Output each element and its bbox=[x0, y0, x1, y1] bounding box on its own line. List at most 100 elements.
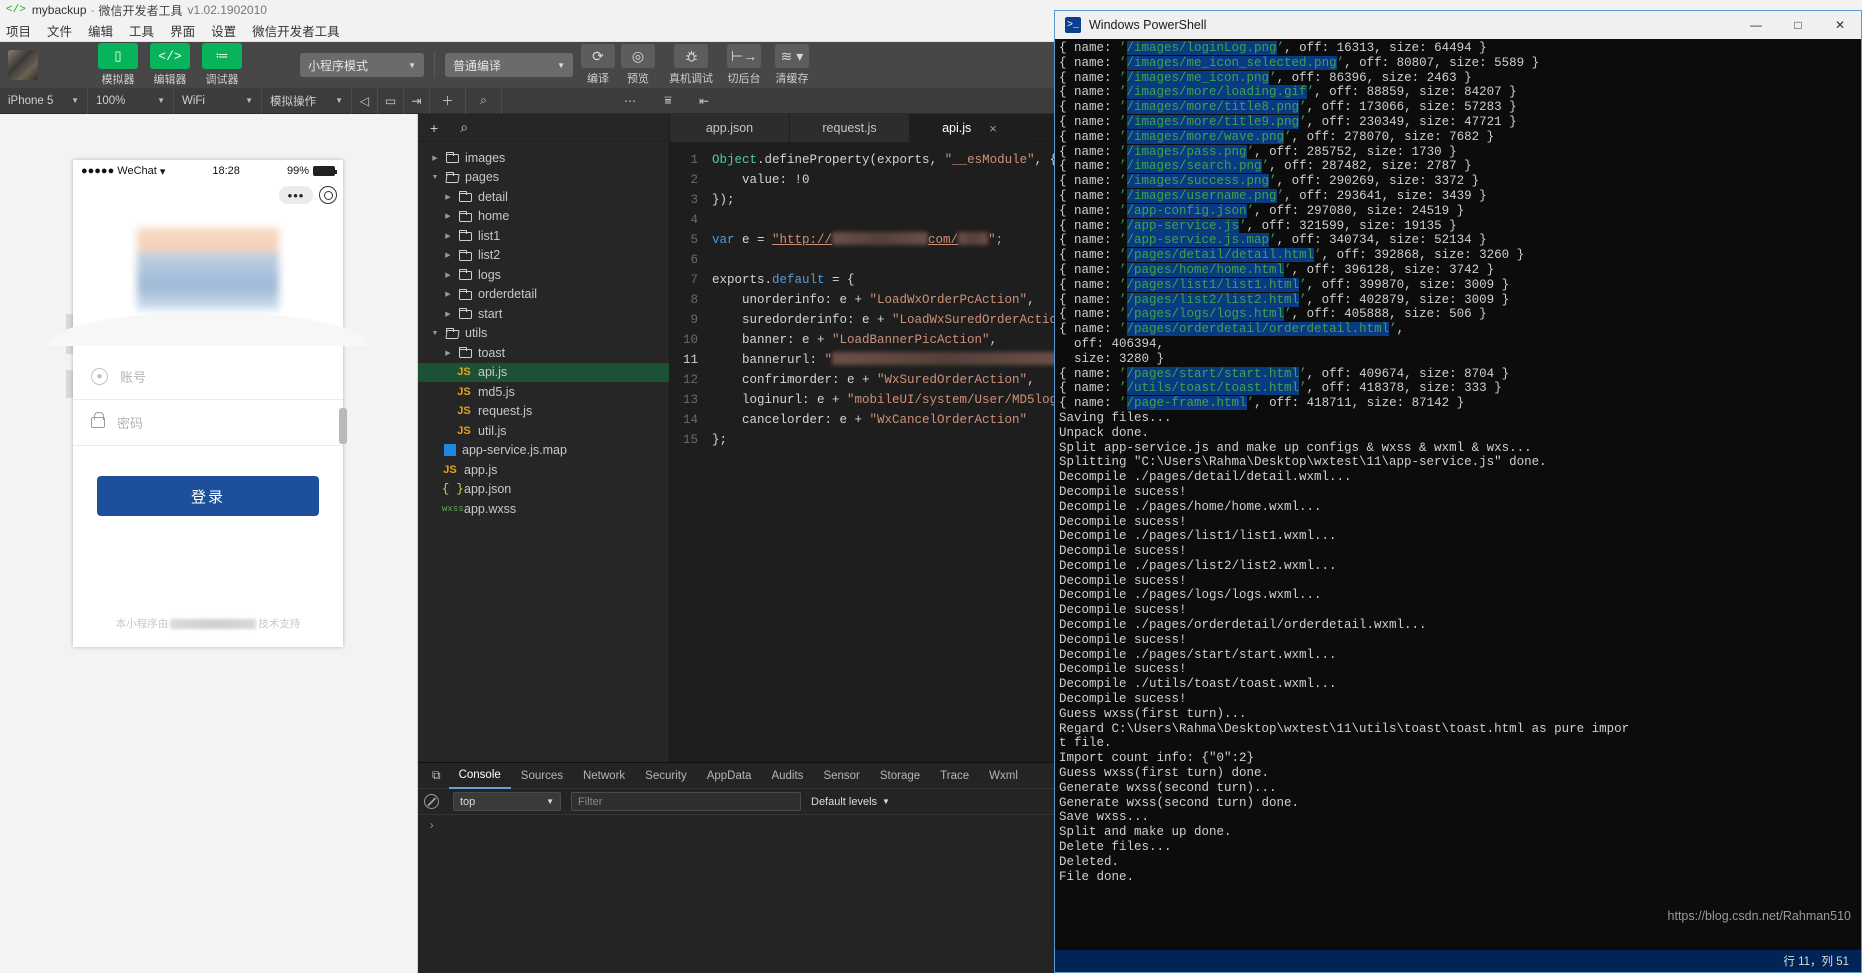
outline-icon[interactable]: ⩸ bbox=[650, 88, 686, 114]
tree-item-util-js[interactable]: JS util.js bbox=[418, 421, 669, 441]
tab-app-json[interactable]: app.json bbox=[670, 114, 790, 142]
scale-select[interactable]: 100% ▼ bbox=[88, 87, 174, 114]
tree-item-images[interactable]: ▶ images bbox=[418, 148, 669, 168]
menu-item-ui[interactable]: 界面 bbox=[170, 21, 195, 40]
console-log-line: Save wxss... bbox=[1059, 810, 1150, 825]
rotate-icon[interactable]: ▭ bbox=[378, 87, 404, 114]
add-file-icon[interactable]: + bbox=[430, 120, 438, 136]
app-name: 微信开发者工具 bbox=[98, 3, 183, 18]
tree-item-utils[interactable]: ▼ utils bbox=[418, 324, 669, 344]
tab-appdata[interactable]: AppData bbox=[697, 763, 762, 789]
tree-item-home[interactable]: ▶ home bbox=[418, 207, 669, 227]
toggle-simulator-button[interactable]: ▯ 模拟器 bbox=[96, 43, 140, 87]
tree-item-label: api.js bbox=[478, 365, 508, 380]
tab-request-js[interactable]: request.js bbox=[790, 114, 910, 142]
console-entry-line: { name: ’/images/more/wave.png’, off: 27… bbox=[1059, 129, 1495, 144]
chevron-down-icon: ▼ bbox=[71, 96, 79, 105]
menu-item-tools[interactable]: 工具 bbox=[129, 21, 154, 40]
network-select[interactable]: WiFi ▼ bbox=[174, 87, 262, 114]
tree-item-app-js[interactable]: JS app.js bbox=[418, 460, 669, 480]
preview-button[interactable]: ◎ 预览 bbox=[621, 44, 655, 86]
tree-item-app-json[interactable]: { } app.json bbox=[418, 480, 669, 500]
project-mode-select[interactable]: 小程序模式 ▼ bbox=[300, 53, 424, 77]
tree-item-app-service-map[interactable]: app-service.js.map bbox=[418, 441, 669, 461]
tree-item-request-js[interactable]: JS request.js bbox=[418, 402, 669, 422]
tab-network[interactable]: Network bbox=[573, 763, 635, 789]
tree-item-detail[interactable]: ▶ detail bbox=[418, 187, 669, 207]
clear-console-icon[interactable] bbox=[424, 794, 439, 809]
tab-security[interactable]: Security bbox=[635, 763, 697, 789]
remote-debug-button[interactable]: 真机调试 bbox=[669, 44, 713, 86]
tree-item-logs[interactable]: ▶ logs bbox=[418, 265, 669, 285]
tab-audits[interactable]: Audits bbox=[761, 763, 813, 789]
menu-item-file[interactable]: 文件 bbox=[47, 21, 72, 40]
tree-item-api-js[interactable]: JS api.js bbox=[418, 362, 669, 382]
context-value: top bbox=[460, 795, 476, 808]
background-button[interactable]: ⊢→ 切后台 bbox=[727, 44, 761, 86]
console-log-line: Decompile ./pages/start/start.wxml... bbox=[1059, 647, 1337, 662]
toggle-debugger-button[interactable]: ≔ 调试器 bbox=[200, 43, 244, 87]
clear-cache-button[interactable]: ≋ ▾ 清缓存 bbox=[775, 44, 809, 86]
toggle-editor-button[interactable]: </> 编辑器 bbox=[148, 43, 192, 87]
tab-sources[interactable]: Sources bbox=[511, 763, 573, 789]
compile-mode-select[interactable]: 普通编译 ▼ bbox=[445, 53, 573, 77]
simulate-select[interactable]: 模拟操作 ▼ bbox=[262, 87, 352, 114]
dock-icon[interactable]: ⧉ bbox=[424, 768, 449, 783]
close-icon[interactable]: × bbox=[989, 121, 997, 136]
tab-wxml[interactable]: Wxml bbox=[979, 763, 1028, 789]
tree-item-start[interactable]: ▶ start bbox=[418, 304, 669, 324]
tab-trace[interactable]: Trace bbox=[930, 763, 979, 789]
powershell-title-bar[interactable]: >_ Windows PowerShell — □ ✕ bbox=[1055, 11, 1861, 39]
tree-item-orderdetail[interactable]: ▶ orderdetail bbox=[418, 285, 669, 305]
tree-item-pages[interactable]: ▼ pages bbox=[418, 168, 669, 188]
password-field[interactable]: 密码 bbox=[73, 400, 343, 446]
powershell-window: >_ Windows PowerShell — □ ✕ { name: ’/im… bbox=[1054, 10, 1862, 973]
context-select[interactable]: top ▼ bbox=[453, 792, 561, 811]
tree-item-toast[interactable]: ▶ toast bbox=[418, 343, 669, 363]
pane-resize-handle[interactable] bbox=[339, 408, 347, 444]
powershell-title: Windows PowerShell bbox=[1089, 18, 1207, 32]
split-icon[interactable]: ⇥ bbox=[404, 87, 430, 114]
code-token: "; bbox=[988, 233, 1004, 247]
tree-item-md5-js[interactable]: JS md5.js bbox=[418, 382, 669, 402]
tree-item-list2[interactable]: ▶ list2 bbox=[418, 246, 669, 266]
compile-button[interactable]: ⟳ 编译 bbox=[581, 44, 615, 86]
code-text: value: !0 bbox=[712, 170, 810, 190]
log-level-select[interactable]: Default levels ▼ bbox=[811, 796, 890, 808]
filter-placeholder: Filter bbox=[578, 795, 603, 808]
account-field[interactable]: ● 账号 bbox=[73, 354, 343, 400]
maximize-button[interactable]: □ bbox=[1777, 11, 1819, 39]
device-select[interactable]: iPhone 5 ▼ bbox=[0, 87, 88, 114]
wifi-icon: ▾ bbox=[159, 165, 166, 178]
search-icon[interactable]: ⌕ bbox=[460, 119, 468, 136]
console-filter-input[interactable]: Filter bbox=[571, 792, 801, 811]
tab-console[interactable]: Console bbox=[448, 763, 511, 789]
menu-item-edit[interactable]: 编辑 bbox=[88, 21, 113, 40]
add-file-icon[interactable]: ＋ bbox=[430, 87, 466, 114]
user-avatar[interactable] bbox=[8, 50, 38, 80]
menu-item-devtools[interactable]: 微信开发者工具 bbox=[252, 21, 340, 40]
console-log-line: Guess wxss(first turn)... bbox=[1059, 706, 1247, 721]
tree-item-list1[interactable]: ▶ list1 bbox=[418, 226, 669, 246]
close-button[interactable]: ✕ bbox=[1819, 11, 1861, 39]
menu-item-project[interactable]: 项目 bbox=[6, 21, 31, 40]
volume-icon[interactable]: ◁ bbox=[352, 87, 378, 114]
collapse-icon[interactable]: ⇤ bbox=[686, 88, 722, 114]
powershell-console-output[interactable]: { name: ’/images/loginLog.png’, off: 163… bbox=[1055, 39, 1861, 950]
project-name: mybackup bbox=[31, 3, 87, 17]
chevron-right-icon: ▶ bbox=[445, 232, 451, 240]
code-token: unorderinfo: e + bbox=[712, 293, 870, 307]
tab-api-js[interactable]: api.js × bbox=[910, 114, 1030, 142]
console-log-line: Splitting "C:\Users\Rahma\Desktop\wxtest… bbox=[1059, 455, 1547, 470]
console-log-line: Decompile sucess! bbox=[1059, 692, 1187, 707]
tab-storage[interactable]: Storage bbox=[870, 763, 930, 789]
tab-sensor[interactable]: Sensor bbox=[813, 763, 869, 789]
menu-item-settings[interactable]: 设置 bbox=[211, 21, 236, 40]
search-icon[interactable]: ⌕ bbox=[466, 87, 502, 114]
code-token: "http:// bbox=[772, 233, 833, 247]
login-button[interactable]: 登录 bbox=[97, 476, 319, 516]
tree-item-app-wxss[interactable]: wxss app.wxss bbox=[418, 499, 669, 519]
minimize-button[interactable]: — bbox=[1735, 11, 1777, 39]
more-icon[interactable]: ⋯ bbox=[610, 88, 650, 114]
code-token: "LoadWxSuredOrderAction" bbox=[892, 313, 1073, 327]
